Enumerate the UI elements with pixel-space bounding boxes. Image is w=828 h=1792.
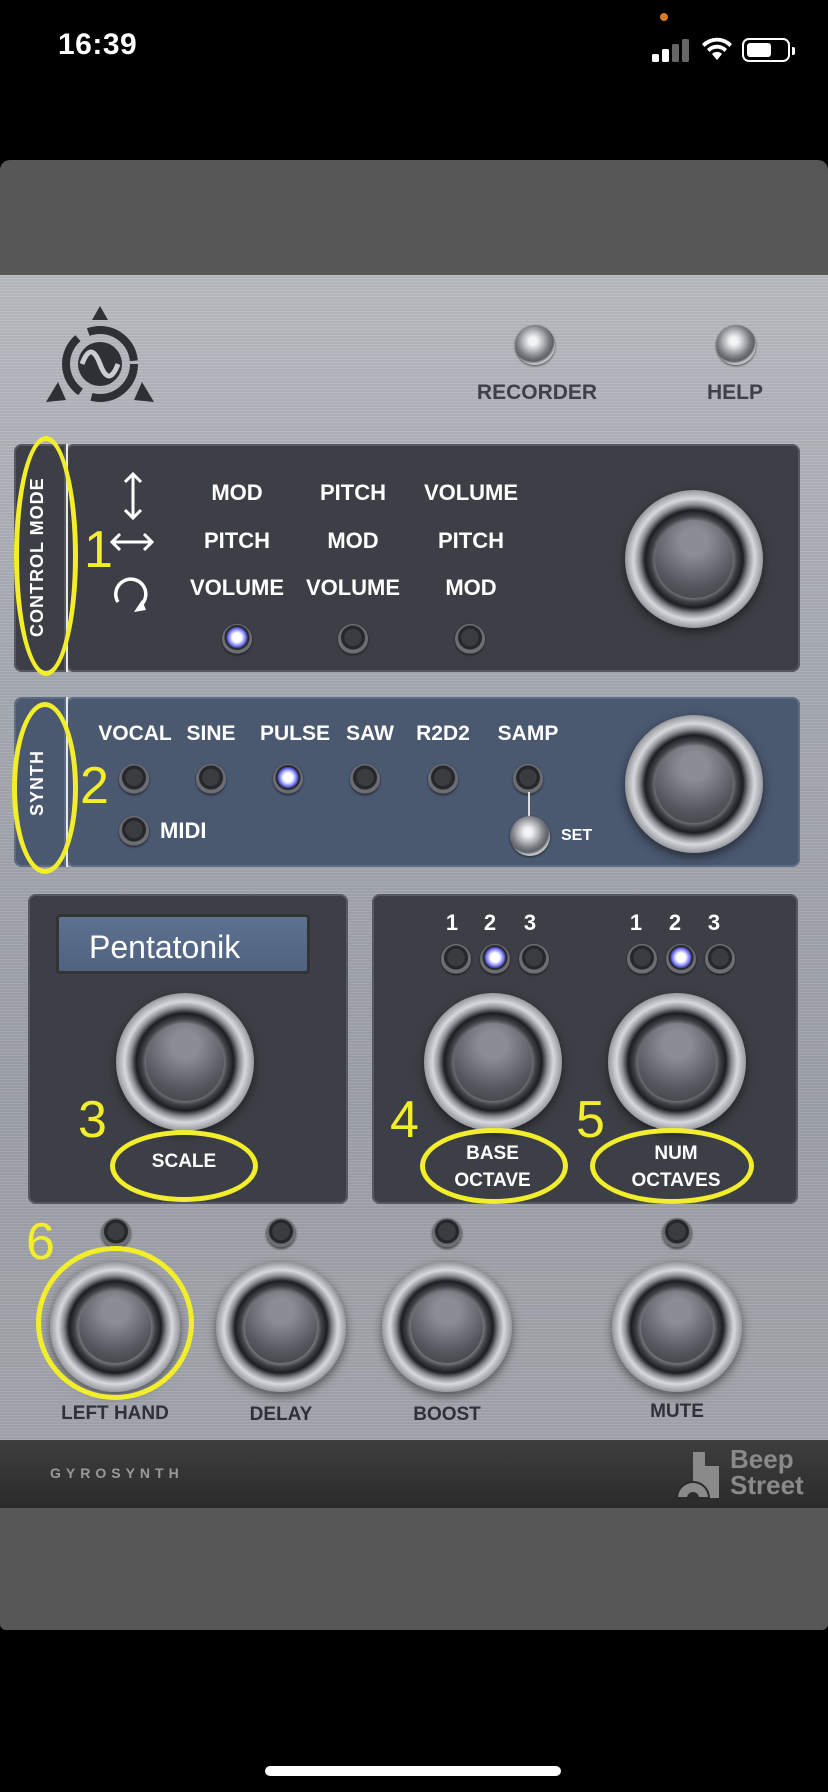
cm-col1-row2: PITCH (204, 528, 270, 553)
annotation-ellipse-synth (12, 702, 78, 874)
privacy-indicator-dot (660, 13, 668, 21)
mute-label: MUTE (650, 1401, 704, 1422)
cm-col2-row2: MOD (327, 528, 379, 553)
brand-line2: Street (730, 1470, 804, 1500)
synth-option-sine: SINE (186, 722, 236, 745)
cm-col3-row2: PITCH (438, 528, 504, 553)
annotation-ellipse-base-octave (420, 1128, 568, 1204)
annotation-number-2: 2 (80, 757, 109, 815)
battery-icon (742, 38, 795, 62)
annotation-number-6: 6 (26, 1213, 55, 1271)
synth-led-saw[interactable] (350, 764, 380, 794)
annotation-ellipse-control-mode (14, 436, 78, 676)
num-octaves-knob[interactable] (608, 993, 746, 1131)
scale-display: Pentatonik (56, 914, 310, 974)
beep-street-logo-icon (675, 1452, 719, 1500)
synth-knob[interactable] (625, 715, 763, 853)
cm-col1-row3: VOLUME (189, 575, 285, 600)
vertical-arrow-icon (123, 471, 143, 521)
wifi-icon (702, 37, 732, 60)
mute-led (662, 1218, 692, 1248)
control-mode-led-1[interactable] (222, 624, 252, 654)
synth-option-vocal: VOCAL (98, 722, 172, 745)
base-octave-led-1[interactable] (441, 944, 471, 974)
cm-col3-row1: VOLUME (423, 480, 519, 505)
synth-option-samp: SAMP (497, 722, 559, 745)
boost-button[interactable] (382, 1262, 512, 1392)
control-mode-knob[interactable] (625, 490, 763, 628)
synth-led-vocal[interactable] (119, 764, 149, 794)
cm-col3-row3: MOD (445, 575, 497, 600)
delay-label: DELAY (249, 1404, 313, 1425)
boost-label: BOOST (413, 1404, 481, 1425)
annotation-ellipse-left-hand (36, 1246, 194, 1400)
synth-led-pulse[interactable] (273, 764, 303, 794)
horizontal-arrow-icon (109, 532, 155, 552)
left-hand-led (101, 1218, 131, 1248)
help-button[interactable] (716, 325, 756, 365)
brand-name: Beep Street (730, 1446, 804, 1498)
samp-set-connector (528, 792, 530, 818)
control-mode-led-2[interactable] (338, 624, 368, 654)
synth-led-samp[interactable] (513, 764, 543, 794)
cm-col2-row1: PITCH (320, 480, 386, 505)
synth-option-r2d2: R2D2 (416, 722, 470, 745)
num-octaves-led-1[interactable] (627, 944, 657, 974)
num-octaves-led-2[interactable] (666, 944, 696, 974)
cm-col1-row1: MOD (211, 480, 263, 505)
control-mode-led-3[interactable] (455, 624, 485, 654)
cellular-signal-icon (652, 38, 692, 62)
num-octaves-led-3[interactable] (705, 944, 735, 974)
status-time: 16:39 (58, 28, 138, 61)
delay-button[interactable] (216, 1262, 346, 1392)
base-octave-option-3: 3 (523, 910, 537, 935)
num-octaves-option-1: 1 (629, 910, 643, 935)
annotation-ellipse-num-octaves (590, 1128, 754, 1204)
samp-set-button[interactable] (510, 816, 550, 856)
annotation-number-5: 5 (576, 1091, 605, 1149)
rotation-arrow-icon (114, 577, 148, 612)
gyrosynth-logo-icon (46, 306, 154, 402)
left-hand-label: LEFT HAND (61, 1403, 169, 1424)
set-label: SET (561, 827, 593, 844)
mute-button[interactable] (612, 1262, 742, 1392)
scale-knob[interactable] (116, 993, 254, 1131)
delay-led (266, 1218, 296, 1248)
cm-col2-row3: VOLUME (305, 575, 401, 600)
brand-line1: Beep (730, 1444, 794, 1474)
num-octaves-option-2: 2 (668, 910, 682, 935)
home-indicator[interactable] (265, 1766, 561, 1776)
annotation-number-4: 4 (390, 1091, 419, 1149)
base-octave-option-1: 1 (445, 910, 459, 935)
base-octave-knob[interactable] (424, 993, 562, 1131)
midi-led[interactable] (119, 816, 149, 846)
base-octave-led-2[interactable] (480, 944, 510, 974)
annotation-ellipse-scale (110, 1130, 258, 1202)
app-name-label: GYROSYNTH (50, 1465, 184, 1481)
midi-label: MIDI (160, 818, 207, 843)
help-label: HELP (706, 381, 763, 404)
base-octave-option-2: 2 (483, 910, 497, 935)
synth-option-saw: SAW (346, 722, 394, 745)
annotation-number-1: 1 (84, 521, 113, 579)
synth-option-pulse: PULSE (259, 722, 330, 745)
synth-led-r2d2[interactable] (428, 764, 458, 794)
base-octave-led-3[interactable] (519, 944, 549, 974)
boost-led (432, 1218, 462, 1248)
annotation-number-3: 3 (78, 1091, 107, 1149)
recorder-button[interactable] (515, 325, 555, 365)
recorder-label: RECORDER (476, 381, 598, 404)
num-octaves-option-3: 3 (707, 910, 721, 935)
synth-led-sine[interactable] (196, 764, 226, 794)
